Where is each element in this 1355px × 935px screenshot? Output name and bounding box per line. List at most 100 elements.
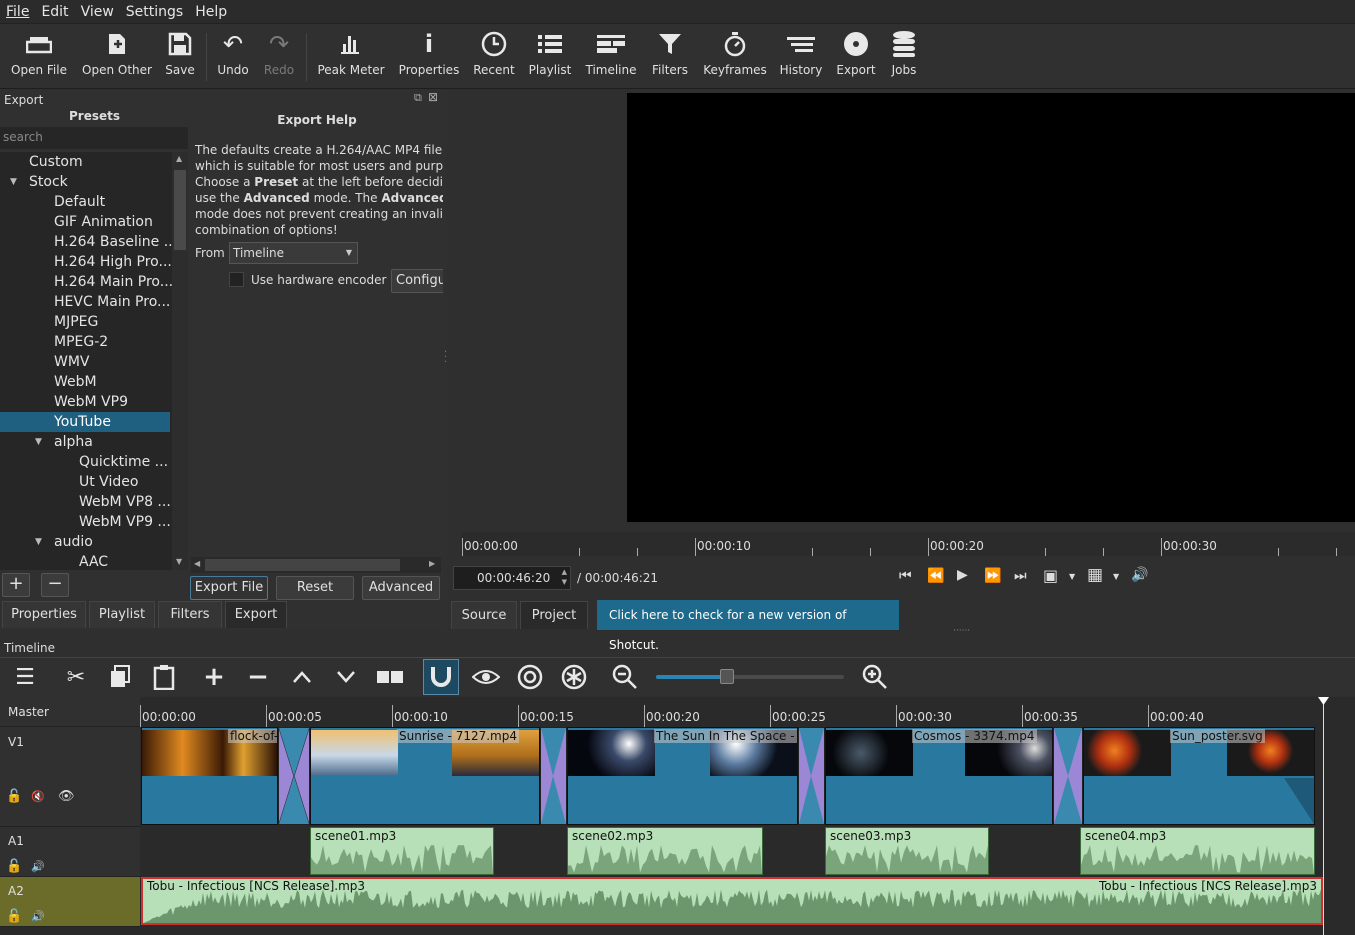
remove-icon[interactable]: − xyxy=(240,658,276,696)
eye-icon[interactable]: 👁 xyxy=(58,789,75,804)
track-header-v1[interactable]: V1 🔓 🔇 👁 xyxy=(0,727,140,827)
menu-file[interactable]: File xyxy=(0,0,35,24)
update-check-banner[interactable]: Click here to check for a new version of… xyxy=(597,600,899,652)
player-ruler[interactable]: 00:00:00 00:00:10 00:00:20 00:00:30 xyxy=(462,532,1355,556)
hw-encoder-checkbox[interactable] xyxy=(229,272,244,287)
tab-properties[interactable]: Properties xyxy=(2,601,86,628)
expand-arrow-icon[interactable]: ▼ xyxy=(10,177,17,187)
close-icon[interactable]: ⊠ xyxy=(428,90,438,104)
redo-button[interactable]: ↷ Redo xyxy=(259,25,299,89)
video-clip[interactable]: Cosmos - 3374.mp4 xyxy=(825,727,1053,825)
preset-item-selected[interactable]: YouTube xyxy=(0,412,170,432)
menu-settings[interactable]: Settings xyxy=(120,0,189,24)
expand-arrow-icon[interactable]: ▼ xyxy=(35,537,42,547)
export-button[interactable]: Export xyxy=(834,25,878,89)
track-header-a1[interactable]: A1 🔓 🔊 xyxy=(0,827,140,877)
menu-edit[interactable]: Edit xyxy=(35,0,74,24)
jobs-button[interactable]: Jobs xyxy=(884,25,924,89)
preset-item[interactable]: HEVC Main Pro... xyxy=(0,292,170,312)
menu-icon[interactable]: ☰ xyxy=(7,658,43,696)
preset-group-alpha[interactable]: alpha xyxy=(0,432,170,452)
video-clip[interactable]: Sun_poster.svg xyxy=(1083,727,1315,825)
properties-button[interactable]: i Properties xyxy=(396,25,462,89)
zoom-out-icon[interactable] xyxy=(607,658,643,696)
track-header-master[interactable]: Master xyxy=(0,697,140,727)
float-icon[interactable]: ⧉ xyxy=(414,91,422,105)
playhead-marker-icon[interactable] xyxy=(1318,697,1329,705)
audio-clip[interactable]: scene04.mp3 xyxy=(1080,827,1315,875)
tab-project[interactable]: Project xyxy=(520,601,588,629)
undo-button[interactable]: ↶ Undo xyxy=(213,25,253,89)
history-button[interactable]: History xyxy=(776,25,826,89)
scroll-up-icon[interactable]: ▲ xyxy=(176,154,182,163)
save-button[interactable]: Save xyxy=(160,25,200,89)
menu-view[interactable]: View xyxy=(75,0,120,24)
transition[interactable] xyxy=(1053,727,1083,825)
zoom-fit-icon[interactable]: ▣ xyxy=(1043,566,1058,585)
export-file-button[interactable]: Export File xyxy=(190,576,268,600)
grid-icon[interactable]: ▦ xyxy=(1087,565,1103,585)
split-icon[interactable] xyxy=(372,658,408,696)
playhead[interactable] xyxy=(1323,697,1324,935)
tab-export[interactable]: Export xyxy=(225,601,287,628)
speaker-icon[interactable]: 🔊 xyxy=(31,860,45,873)
position-spinbox[interactable]: 00:00:46:20 ▲ ▼ xyxy=(453,566,571,590)
mute-icon[interactable]: 🔇 xyxy=(31,790,45,803)
preset-group-audio[interactable]: audio xyxy=(0,532,170,552)
recent-button[interactable]: Recent xyxy=(470,25,518,89)
preset-scrollbar[interactable]: ▲ ▼ xyxy=(172,152,188,570)
rewind-icon[interactable]: ⏪ xyxy=(927,568,944,584)
timeline-button[interactable]: Timeline xyxy=(582,25,640,89)
scroll-right-icon[interactable]: ▶ xyxy=(429,559,435,568)
preset-item[interactable]: MJPEG xyxy=(0,312,170,332)
volume-icon[interactable]: 🔊 xyxy=(1131,567,1148,583)
overwrite-icon[interactable] xyxy=(328,658,364,696)
speaker-icon[interactable]: 🔊 xyxy=(31,910,45,923)
audio-clip[interactable]: scene02.mp3 xyxy=(567,827,763,875)
peak-meter-button[interactable]: Peak Meter xyxy=(314,25,388,89)
preset-group-stock[interactable]: Stock xyxy=(0,172,170,192)
paste-icon[interactable] xyxy=(146,658,182,696)
open-file-button[interactable]: Open File xyxy=(8,25,70,89)
preset-item[interactable]: AAC xyxy=(0,552,170,570)
keyframes-button[interactable]: Keyframes xyxy=(700,25,770,89)
video-clip[interactable]: flock-of- xyxy=(141,727,278,825)
preset-item[interactable]: Ut Video xyxy=(0,472,170,492)
expand-arrow-icon[interactable]: ▼ xyxy=(35,437,42,447)
from-select[interactable]: Timeline ▼ xyxy=(229,242,358,264)
remove-preset-button[interactable]: − xyxy=(41,573,69,597)
transition[interactable] xyxy=(540,727,567,825)
reset-button[interactable]: Reset xyxy=(276,576,354,600)
lift-icon[interactable] xyxy=(284,658,320,696)
ripple-target-icon[interactable] xyxy=(512,658,548,696)
preset-item[interactable]: WebM VP9 ... xyxy=(0,512,171,532)
video-clip[interactable]: The Sun In The Space - xyxy=(567,727,798,825)
advanced-button[interactable]: Advanced xyxy=(362,576,440,600)
tab-playlist[interactable]: Playlist xyxy=(89,601,155,628)
preset-item[interactable]: GIF Animation xyxy=(0,212,170,232)
audio-clip-selected[interactable]: Tobu - Infectious [NCS Release].mp3 Tobu… xyxy=(141,877,1323,925)
video-viewer[interactable] xyxy=(627,93,1355,522)
transition[interactable] xyxy=(278,727,310,825)
ripple-all-icon[interactable] xyxy=(556,658,592,696)
skip-previous-icon[interactable]: ⏮ xyxy=(899,568,912,584)
preset-item[interactable]: WebM VP9 xyxy=(0,392,170,412)
zoom-slider-handle[interactable] xyxy=(720,669,735,684)
splitter-handle[interactable]: ······ xyxy=(953,626,970,636)
audio-clip[interactable]: scene01.mp3 xyxy=(310,827,494,875)
track-header-a2[interactable]: A2 🔓 🔊 xyxy=(0,877,140,927)
transition[interactable] xyxy=(798,727,825,825)
video-clip[interactable]: Sunrise - 7127.mp4 xyxy=(310,727,540,825)
play-icon[interactable]: ▶ xyxy=(957,567,968,583)
zoom-slider-track[interactable] xyxy=(656,675,844,679)
preset-item[interactable]: H.264 High Pro... xyxy=(0,252,172,272)
menu-help[interactable]: Help xyxy=(189,0,233,24)
open-other-button[interactable]: Open Other xyxy=(80,25,154,89)
zoom-in-icon[interactable] xyxy=(857,658,893,696)
add-preset-button[interactable]: + xyxy=(2,573,30,597)
append-icon[interactable]: + xyxy=(196,658,232,696)
scrub-eye-icon[interactable] xyxy=(468,658,504,696)
chevron-down-icon[interactable]: ▼ xyxy=(1069,572,1075,581)
scrollbar-thumb[interactable] xyxy=(174,170,186,250)
tab-filters[interactable]: Filters xyxy=(158,601,222,628)
